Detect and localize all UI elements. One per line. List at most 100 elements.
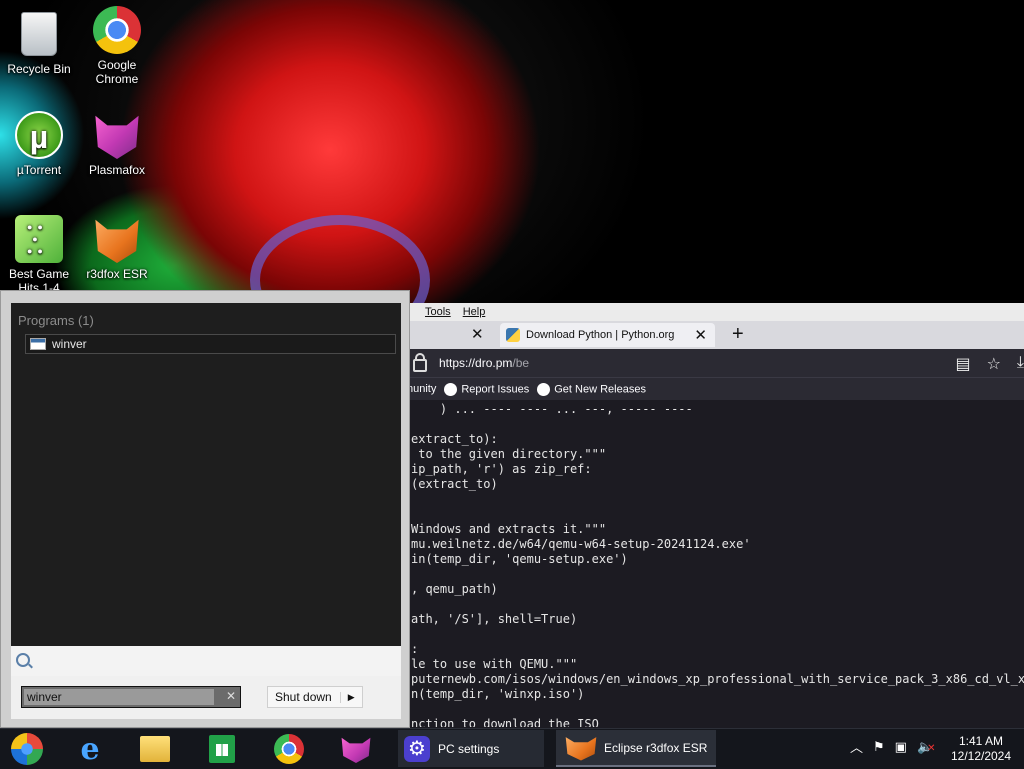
code-line: ip_path, 'r') as zip_ref: [411, 462, 592, 476]
chrome-icon [274, 734, 304, 764]
menu-help[interactable]: Help [463, 306, 486, 318]
code-line: : [411, 642, 419, 656]
desktop-icon-google-chrome[interactable]: Google Chrome [77, 6, 157, 86]
taskbar: e ⚙ PC settings Eclipse r3dfox ESR ︿ ⚑ ▣… [0, 728, 1024, 769]
desktop-icon-utorrent[interactable]: µ µTorrent [0, 111, 79, 177]
code-line: (extract_to) [411, 477, 498, 491]
desktop-icon-label: r3dfox ESR [86, 267, 148, 281]
code-line: ) ... ---- ---- ... ---, ----- ---- [411, 402, 693, 416]
code-line: , qemu_path) [411, 582, 498, 596]
menu-tools[interactable]: Tools [425, 306, 451, 318]
bookmark-label: Report Issues [461, 382, 530, 395]
taskbar-chrome[interactable] [265, 732, 313, 766]
bookmarks-toolbar: nunity Report Issues Get New Releases [405, 377, 1024, 400]
new-tab-button[interactable]: + [732, 323, 744, 346]
code-line: puternewb.com/isos/windows/en_windows_xp… [411, 672, 1024, 686]
close-icon[interactable]: ✕ [471, 325, 484, 343]
desktop-icon-r3dfox-esr[interactable]: r3dfox ESR [77, 215, 157, 281]
start-button[interactable] [3, 732, 51, 766]
internet-explorer-icon: e [80, 731, 100, 767]
taskbar-task-r3dfox[interactable]: Eclipse r3dfox ESR [556, 730, 716, 767]
code-line: ath, '/S'], shell=True) [411, 612, 578, 626]
start-orb-icon [11, 733, 43, 765]
action-center-flag-icon[interactable]: ⚑ [873, 739, 885, 755]
task-label: Eclipse r3dfox ESR [604, 740, 708, 755]
url-host: https://dro.pm [439, 356, 513, 370]
clear-search-icon[interactable]: ✕ [226, 689, 236, 703]
desktop-icon-best-game-hits[interactable]: Best Game Hits 1-4 [0, 215, 79, 295]
magnifier-icon [16, 653, 30, 667]
browser-menubar: Tools Help [405, 303, 1024, 321]
code-line: le to use with QEMU.""" [411, 657, 578, 671]
taskbar-internet-explorer[interactable]: e [66, 731, 114, 767]
code-line: nction to download the ISO [411, 717, 599, 727]
recycle-bin-icon [21, 12, 57, 56]
system-tray: ︿ ⚑ ▣ 🔈✕ [850, 737, 936, 756]
shutdown-label: Shut down [275, 690, 332, 704]
code-viewer[interactable]: ) ... ---- ---- ... ---, ----- ---- extr… [405, 400, 1024, 727]
lock-icon [413, 353, 427, 372]
desktop-icon-recycle-bin[interactable]: Recycle Bin [0, 8, 79, 76]
desktop-icon-plasmafox[interactable]: Plasmafox [77, 111, 157, 177]
github-icon [537, 382, 551, 396]
desktop-icon-label: Plasmafox [88, 163, 146, 177]
store-icon [209, 735, 235, 763]
python-icon [506, 328, 520, 342]
see-more-results[interactable] [11, 646, 401, 676]
clock-time: 1:41 AM [958, 734, 1004, 748]
clock[interactable]: 1:41 AM 12/12/2024 [946, 734, 1016, 764]
results-header: Programs (1) [18, 313, 94, 328]
code-line: Windows and extracts it.""" [411, 522, 607, 536]
bookmark-get-new-releases[interactable]: Get New Releases [537, 382, 646, 396]
shutdown-button[interactable]: Shut down ▶ [267, 686, 363, 708]
start-search-input[interactable] [24, 689, 214, 705]
code-line: in(temp_dir, 'qemu-setup.exe') [411, 552, 628, 566]
shutdown-options-arrow-icon[interactable]: ▶ [339, 691, 363, 703]
github-icon [444, 382, 458, 396]
utorrent-icon: µ [15, 111, 63, 159]
search-results-pane: Programs (1) winver [11, 303, 401, 646]
desktop-icon-label: Recycle Bin [7, 62, 71, 76]
downloads-icon[interactable]: ⤓ [1017, 354, 1024, 374]
plasmafox-icon [95, 115, 139, 159]
code-line: to the given directory.""" [411, 447, 607, 461]
reader-view-icon[interactable]: ▤ [955, 354, 970, 374]
code-line: extract_to): [411, 432, 498, 446]
taskbar-store[interactable] [198, 732, 246, 766]
result-winver[interactable]: winver [25, 334, 396, 354]
program-icon [30, 338, 46, 350]
address-bar[interactable]: https://dro.pm/be ▤ ☆ ⤓ [405, 349, 1024, 377]
taskbar-task-pc-settings[interactable]: ⚙ PC settings [398, 730, 544, 767]
close-icon[interactable]: ✕ [694, 326, 707, 344]
bookmark-star-icon[interactable]: ☆ [987, 354, 1001, 374]
bookmark-report-issues[interactable]: Report Issues [444, 382, 530, 396]
bookmark-community[interactable]: nunity [407, 383, 436, 395]
url-path: /be [512, 356, 530, 370]
dice-icon [15, 215, 63, 263]
file-explorer-icon [140, 736, 170, 762]
task-label: PC settings [438, 741, 500, 756]
r3dfox-icon [565, 737, 597, 761]
show-hidden-icons-chevron-icon[interactable]: ︿ [850, 737, 863, 756]
gear-icon: ⚙ [404, 735, 430, 762]
start-menu-footer: ✕ Shut down ▶ [11, 676, 401, 719]
browser-tabbar: ✕ Download Python | Python.org ✕ + [405, 321, 1024, 349]
clock-date: 12/12/2024 [950, 749, 1012, 763]
start-search-box: ✕ [21, 686, 241, 708]
volume-muted-icon[interactable]: 🔈✕ [917, 739, 936, 755]
taskbar-file-explorer[interactable] [131, 732, 179, 766]
start-menu: Programs (1) winver ✕ Shut down ▶ [0, 290, 410, 728]
network-icon[interactable]: ▣ [895, 739, 907, 755]
taskbar-plasmafox[interactable] [332, 732, 380, 766]
desktop-icon-label: µTorrent [16, 163, 62, 177]
tab-download-python[interactable]: Download Python | Python.org ✕ [500, 323, 715, 347]
code-line: mu.weilnetz.de/w64/qemu-w64-setup-202411… [411, 537, 751, 551]
r3dfox-icon [95, 219, 139, 263]
code-line: n(temp_dir, 'winxp.iso') [411, 687, 585, 701]
